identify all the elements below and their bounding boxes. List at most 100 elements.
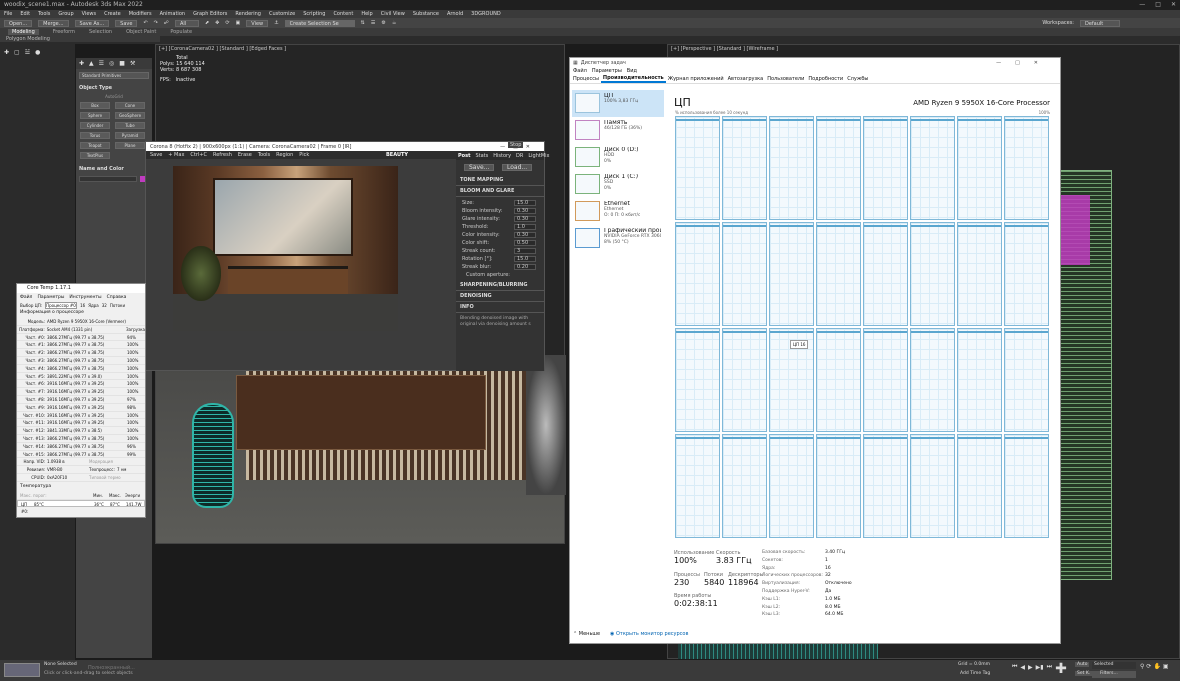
menu-item[interactable]: Rendering [235,11,261,17]
object-name-input[interactable] [79,176,137,182]
tm-tab[interactable]: Автозагрузка [726,76,766,82]
select-icon[interactable]: ⬈ [205,20,209,26]
bloom-param-input[interactable]: 0.30 [514,216,536,222]
corona-toolbar-button[interactable]: Pick [299,152,309,158]
go-end-icon[interactable]: ⏭ [1047,663,1052,671]
bloom-glare-section[interactable]: BLOOM AND GLARE [456,186,544,197]
bloom-param-input[interactable]: 0.50 [514,240,536,246]
auto-key-button[interactable]: Auto [1075,662,1090,667]
save-as-button[interactable]: Save As... [74,19,110,27]
snap-icon[interactable]: ⚓ [274,20,278,26]
perf-item[interactable]: Диск 1 (C:) SSD 0% [572,171,664,198]
named-selection-dropdown[interactable]: Create Selection Se [284,19,355,27]
corona-tab[interactable]: Stats [475,153,488,159]
menu-item[interactable]: Edit [20,11,30,17]
bloom-param-input[interactable]: 3 [514,248,536,254]
bloom-param-input[interactable]: 1.0 [514,224,536,230]
primitives-dropdown[interactable]: Standard Primitives [79,72,149,79]
name-color-header[interactable]: Name and Color [76,162,152,176]
render-setup-icon[interactable]: ⚙ [381,20,385,26]
perf-item[interactable]: Ethernet Ethernet О: 0 П: 0 кбит/с [572,198,664,225]
object-type-button[interactable]: Sphere [80,112,110,119]
menu-item[interactable]: Tools [38,11,50,17]
pan-icon[interactable]: ✋ [1153,663,1160,670]
bloom-param-input[interactable]: 0.30 [514,232,536,238]
menu-item[interactable]: Arnold [447,11,463,17]
link-icon[interactable]: ☍ [164,20,169,26]
move-icon[interactable]: ✥ [215,20,219,26]
filters-button[interactable]: Filters... [1092,671,1136,678]
tm-menu-item[interactable]: Параметры [592,68,622,74]
menu-item[interactable]: Civil View [381,11,405,17]
set-key-button[interactable]: Set K. [1075,671,1093,676]
minimize-icon[interactable]: — [1139,1,1145,8]
add-time-tag[interactable]: Add Time Tag [960,671,990,676]
object-type-button[interactable]: Box [80,102,110,109]
reference-coord-dropdown[interactable]: View [246,19,269,27]
display-icon[interactable]: ■ [119,60,125,67]
play-icon[interactable]: ▶ [1028,664,1033,671]
beauty-pass-dropdown[interactable]: BEAUTY [386,151,416,159]
coretemp-menu-item[interactable]: Инструменты [69,295,101,300]
menu-item[interactable]: Customize [269,11,295,17]
modify-icon[interactable]: ▲ [89,60,94,67]
object-type-button[interactable]: Cylinder [80,122,110,129]
menu-item[interactable]: Create [104,11,121,17]
tm-tab[interactable]: Журнал приложений [666,76,726,82]
object-type-button[interactable]: TextPlus [80,152,110,159]
taskbar-app-label[interactable]: Полноэкранный... [88,665,135,671]
ribbon-tab[interactable]: Populate [170,29,192,35]
key-filter-dropdown[interactable]: Selected [1092,662,1136,669]
menu-item[interactable]: Group [58,11,73,17]
object-type-button[interactable]: GeoSphere [115,112,145,119]
object-type-button[interactable]: Tube [115,122,145,129]
mirror-icon[interactable]: ⇅ [361,20,365,26]
next-frame-icon[interactable]: ▶▮ [1036,664,1044,671]
close-icon[interactable]: ✕ [1171,1,1176,8]
corona-save-button[interactable]: Save... [464,164,494,171]
object-type-button[interactable]: Teapot [80,142,110,149]
tm-window-controls[interactable]: —□✕ [996,60,1052,66]
fewer-details-link[interactable]: ⌃ Меньше [573,631,600,637]
save-button[interactable]: Save [115,19,138,27]
corona-toolbar-button[interactable]: Ctrl+C [190,152,207,158]
denoising-section[interactable]: DENOISING [456,291,544,302]
perf-item[interactable]: Память 46/128 ГБ (36%) [572,117,664,144]
bloom-param-input[interactable]: 15.0 [514,200,536,206]
maximize-icon[interactable]: □ [1155,1,1161,8]
viewport-label[interactable]: [+] [CoronaCamera02 ] [Standard ] [Edged… [156,45,564,53]
undo-icon[interactable]: ↶ [143,20,147,26]
menu-item[interactable]: Graph Editors [193,11,227,17]
hierarchy-icon[interactable]: ☰ [99,60,104,67]
menu-item[interactable]: Help [361,11,372,17]
menu-item[interactable]: Animation [160,11,186,17]
rotate-icon[interactable]: ⟳ [225,20,229,26]
object-type-button[interactable]: Pyramid [115,132,145,139]
object-type-header[interactable]: Object Type [76,82,152,94]
corona-toolbar-button[interactable]: Erase [238,152,252,158]
motion-icon[interactable]: ● [35,49,40,56]
bloom-param-input[interactable]: 0.20 [514,264,536,270]
ribbon-tab[interactable]: Freeform [53,29,75,35]
corona-stop-button[interactable]: Stop [508,142,524,148]
perf-item[interactable]: Диск 0 (D:) HDD 0% [572,144,664,171]
corona-toolbar-button[interactable]: Tools [258,152,270,158]
menu-item[interactable]: Modifiers [129,11,152,17]
menu-item[interactable]: 3DGROUND [471,11,501,17]
tm-menu-item[interactable]: Вид [627,68,637,74]
coretemp-menu-item[interactable]: Справка [107,295,127,300]
edit-icon[interactable]: ▢ [14,49,20,56]
selection-filter-dropdown[interactable]: All [174,19,199,27]
align-icon[interactable]: ☰ [371,20,375,26]
render-image[interactable] [173,166,398,331]
menu-item[interactable]: Substance [413,11,439,17]
corona-tab[interactable]: Post [458,153,470,159]
menu-item[interactable]: Content [333,11,353,17]
perf-item[interactable]: Графический процессор 0NVIDIA GeForce RT… [572,225,664,252]
menu-item[interactable]: File [4,11,12,17]
ribbon-tab[interactable]: Modeling [8,29,39,35]
hierarchy-icon[interactable]: ☱ [25,49,30,56]
prev-frame-icon[interactable]: ◀ [1020,664,1025,671]
render-icon[interactable]: ☕ [392,20,396,26]
add-keys-icon[interactable]: ✚ [1053,662,1069,678]
